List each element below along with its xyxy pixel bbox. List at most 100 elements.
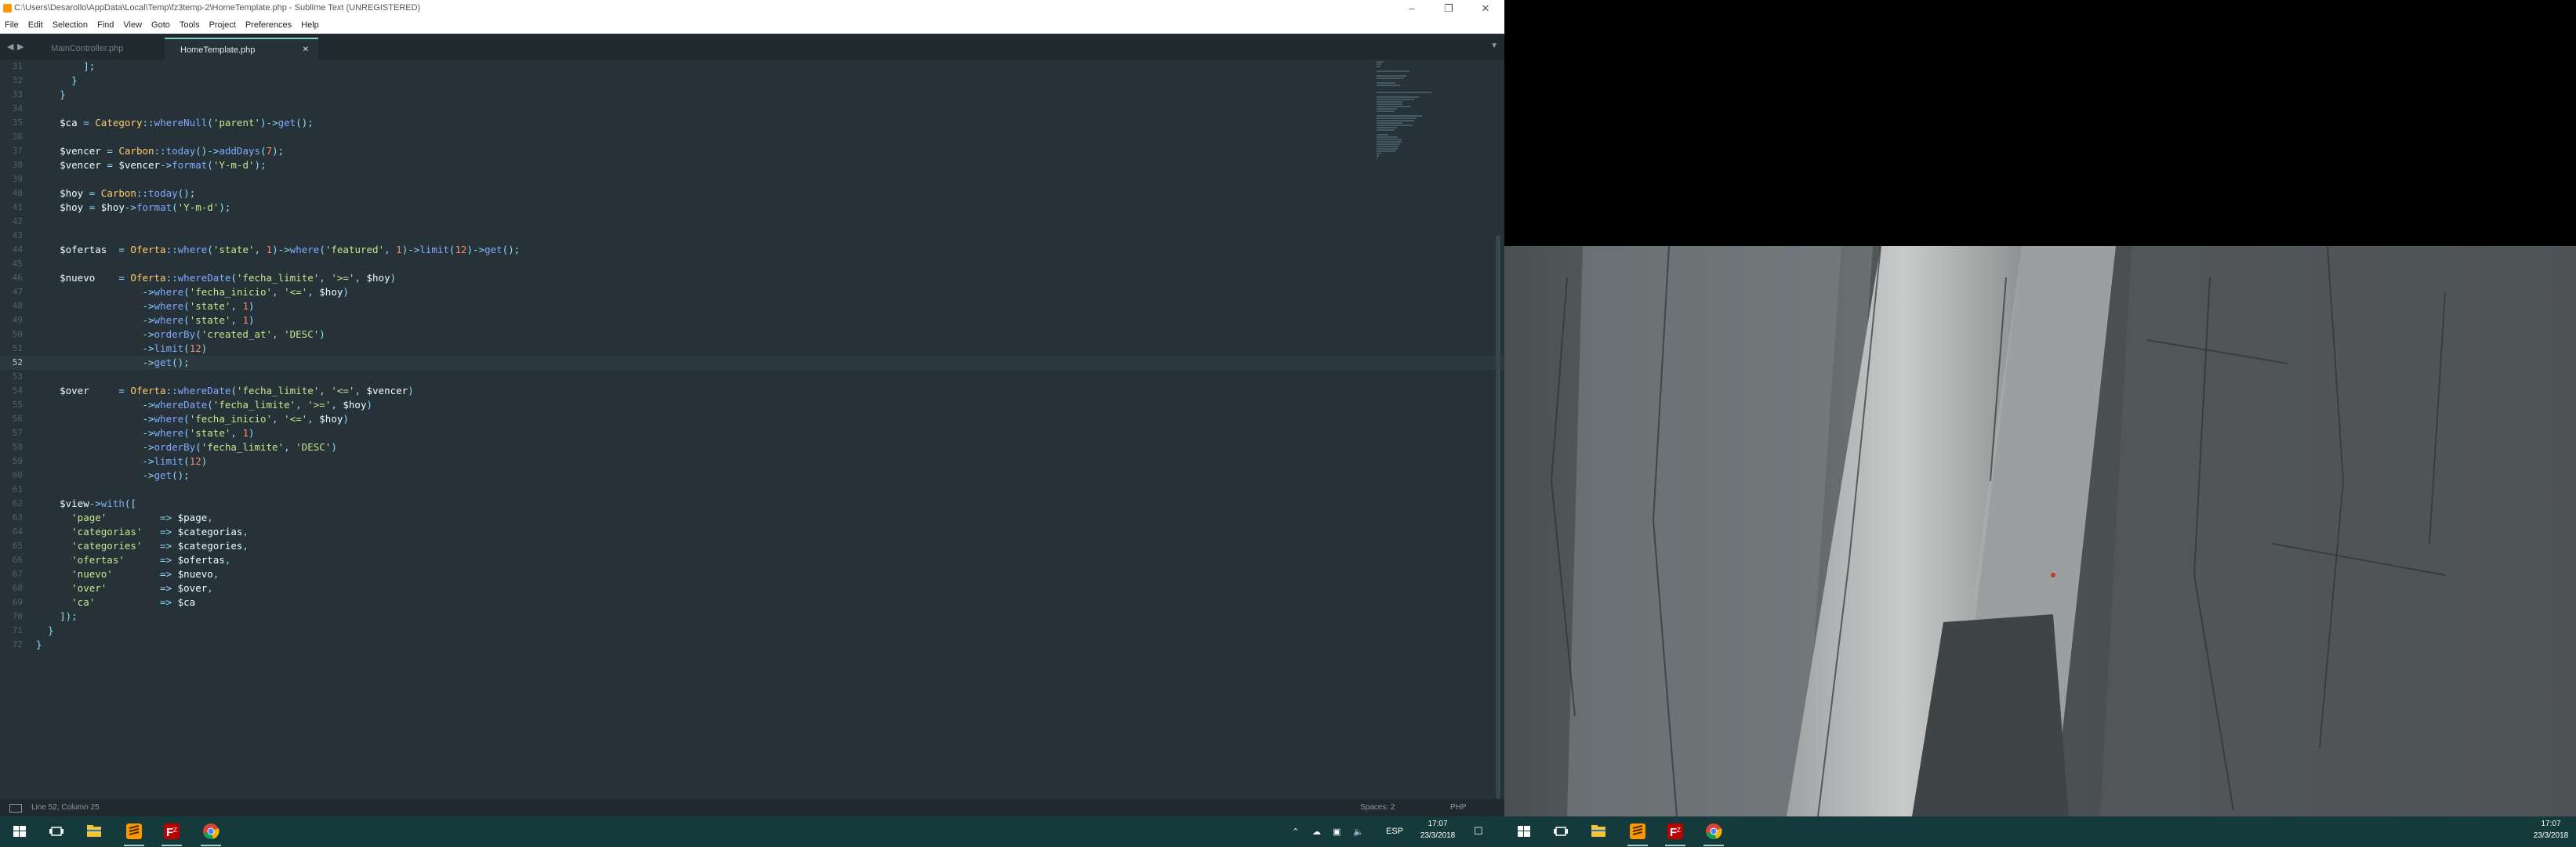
minimap-line [1377, 75, 1406, 77]
code-line[interactable]: } [36, 88, 66, 102]
title-bar[interactable]: C:\Users\Desarollo\AppData\Local\Temp\fz… [0, 0, 1504, 17]
code-line[interactable]: 'nuevo' => $nuevo, [36, 567, 219, 581]
code-token: = [83, 201, 101, 213]
code-line[interactable]: 'categorias' => $categorias, [36, 525, 249, 539]
code-token: '>=' [331, 272, 355, 284]
menu-view[interactable]: View [118, 17, 147, 34]
tab-hometemplate[interactable]: HomeTemplate.php ✕ [165, 38, 318, 60]
minimap-line [1377, 136, 1398, 138]
code-token: , [254, 244, 267, 255]
code-line[interactable]: $hoy = $hoy->format('Y-m-d'); [36, 201, 230, 215]
language-indicator[interactable]: ESP [1386, 827, 1403, 836]
sublime-icon[interactable] [1627, 821, 1648, 846]
chrome-icon[interactable] [201, 821, 221, 846]
menu-find[interactable]: Find [93, 17, 118, 34]
code-line[interactable]: ->where('fecha_inicio', '<=', $hoy) [36, 412, 348, 426]
code-token: -> [36, 441, 154, 453]
code-line[interactable]: $view->with([ [36, 497, 136, 511]
close-icon[interactable]: ✕ [1474, 2, 1497, 16]
code-line[interactable]: ->where('fecha_inicio', '<=', $hoy) [36, 285, 348, 299]
menu-selection[interactable]: Selection [48, 17, 93, 34]
line-number: 67 [12, 569, 23, 579]
code-token: = [100, 159, 119, 171]
close-tab-icon[interactable]: ✕ [303, 39, 309, 61]
scrollbar[interactable] [1496, 235, 1500, 799]
minimap[interactable] [1373, 61, 1436, 171]
code-line[interactable]: } [36, 638, 42, 652]
filezilla-icon[interactable]: FZ [161, 821, 182, 846]
notification-icon[interactable]: ☐ [1474, 825, 1483, 838]
code-token: $ca [177, 596, 196, 608]
file-explorer-icon[interactable] [1588, 821, 1609, 842]
task-view-icon[interactable] [46, 821, 67, 842]
code-line[interactable]: ->orderBy('fecha_limite', 'DESC') [36, 440, 336, 454]
clock[interactable]: 17:07 23/3/2018 [1417, 818, 1458, 842]
panel-toggle-icon[interactable] [9, 804, 22, 813]
code-line[interactable]: } [36, 624, 54, 638]
code-line[interactable]: $ca = Category::whereNull('parent')->get… [36, 116, 314, 130]
volume-icon[interactable]: 🔈 [1353, 827, 1364, 837]
code-line[interactable]: 'over' => $over, [36, 581, 213, 595]
code-line[interactable]: } [36, 74, 78, 88]
code-line[interactable]: ]); [36, 610, 78, 624]
code-line[interactable]: $ofertas = Oferta::where('state', 1)->wh… [36, 243, 520, 257]
code-line[interactable]: ->limit(12) [36, 342, 207, 356]
code-token: $ofertas [177, 554, 225, 566]
code-line[interactable]: 'categories' => $categories, [36, 539, 249, 553]
chrome-icon[interactable] [1703, 821, 1724, 846]
clock[interactable]: 17:07 23/3/2018 [2530, 818, 2572, 842]
indentation-setting[interactable]: Spaces: 2 [1360, 803, 1395, 812]
menu-project[interactable]: Project [205, 17, 241, 34]
code-line[interactable]: $hoy = Carbon::today(); [36, 186, 195, 201]
code-token: ( [207, 244, 213, 255]
filezilla-icon[interactable]: FZ [1665, 821, 1685, 846]
code-line[interactable]: ->where('state', 1) [36, 426, 254, 440]
network-icon[interactable]: ▣ [1333, 827, 1341, 837]
code-line[interactable]: 'page' => $page, [36, 511, 213, 525]
code-editor[interactable]: ]; } } $ca = Category::whereNull('parent… [36, 60, 1369, 804]
sublime-icon[interactable] [124, 821, 144, 846]
minimap-line [1377, 108, 1398, 110]
onedrive-icon[interactable]: ☁ [1312, 827, 1321, 837]
code-line[interactable]: ]; [36, 60, 95, 74]
menu-preferences[interactable]: Preferences [241, 17, 296, 34]
code-line[interactable]: 'ca' => $ca [36, 595, 195, 610]
syntax-setting[interactable]: PHP [1450, 803, 1467, 812]
code-line[interactable]: ->get(); [36, 356, 189, 370]
code-line[interactable]: ->orderBy('created_at', 'DESC') [36, 328, 325, 342]
code-line[interactable]: $over = Oferta::whereDate('fecha_limite'… [36, 384, 414, 398]
menu-help[interactable]: Help [296, 17, 324, 34]
nav-right-icon[interactable]: ▶ [17, 42, 24, 52]
menu-tools[interactable]: Tools [175, 17, 205, 34]
menu-file[interactable]: File [0, 17, 24, 34]
menu-goto[interactable]: Goto [147, 17, 175, 34]
code-line[interactable]: $nuevo = Oferta::whereDate('fecha_limite… [36, 271, 396, 285]
start-icon[interactable] [9, 821, 30, 842]
line-number: 33 [12, 89, 23, 100]
code-line[interactable]: 'ofertas' => $ofertas, [36, 553, 230, 567]
line-number: 34 [12, 103, 23, 114]
file-explorer-icon[interactable] [84, 821, 104, 842]
maximize-icon[interactable]: ❐ [1437, 2, 1460, 16]
tab-dropdown-icon[interactable]: ▼ [1490, 42, 1498, 50]
nav-left-icon[interactable]: ◀ [7, 42, 13, 52]
code-line[interactable]: ->where('state', 1) [36, 299, 254, 313]
code-line[interactable]: $vencer = Carbon::today()->addDays(7); [36, 144, 284, 158]
minimap-line [1377, 110, 1395, 112]
chevron-up-icon[interactable]: ⌃ [1292, 827, 1299, 837]
code-token: => [142, 526, 178, 538]
minimize-icon[interactable]: – [1400, 2, 1424, 16]
code-token: ( [183, 427, 190, 439]
code-line[interactable]: ->where('state', 1) [36, 313, 254, 328]
code-line[interactable]: ->whereDate('fecha_limite', '>=', $hoy) [36, 398, 372, 412]
minimap-line [1377, 92, 1431, 93]
code-line[interactable]: ->get(); [36, 469, 189, 483]
code-token: whereDate [154, 399, 208, 411]
start-icon[interactable] [1514, 821, 1534, 842]
task-view-icon[interactable] [1551, 821, 1571, 842]
menu-edit[interactable]: Edit [24, 17, 48, 34]
code-line[interactable]: $vencer = $vencer->format('Y-m-d'); [36, 158, 266, 172]
line-number: 58 [12, 442, 23, 452]
code-line[interactable]: ->limit(12) [36, 454, 207, 469]
code-token: format [136, 201, 172, 213]
